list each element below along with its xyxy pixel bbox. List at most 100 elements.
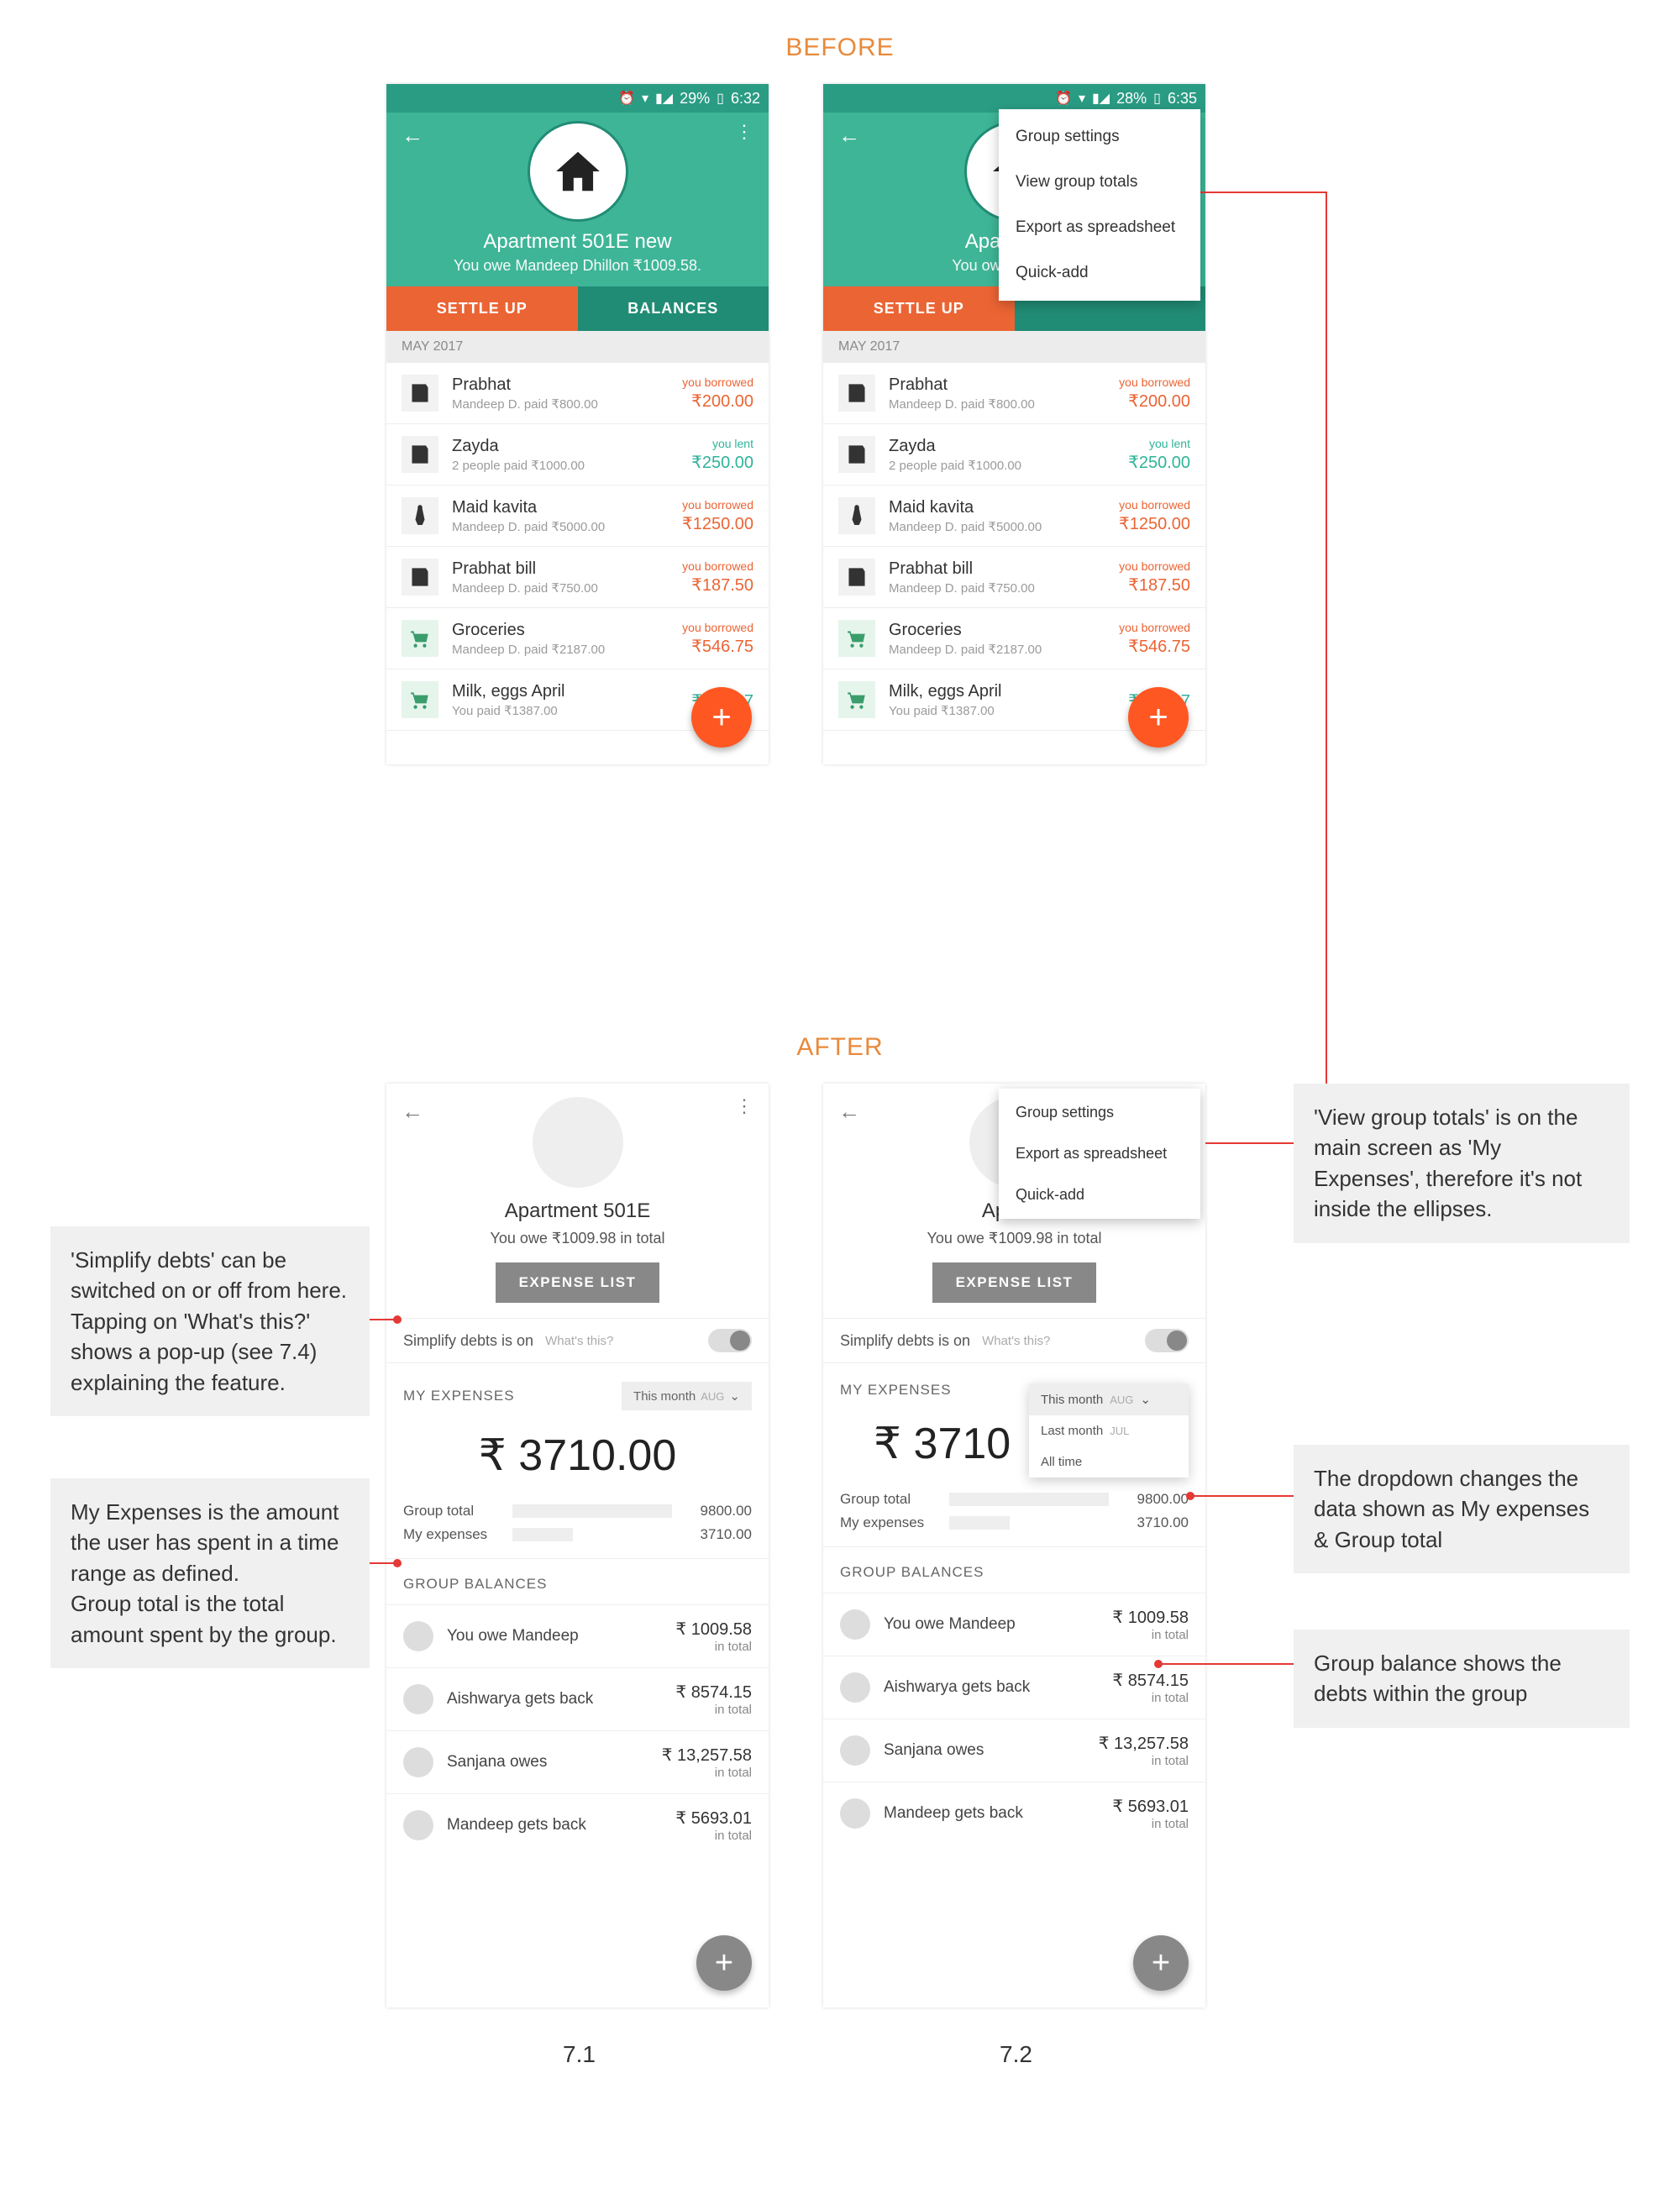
expense-icon xyxy=(838,375,875,412)
balance-sub: in total xyxy=(1112,1691,1189,1705)
phone-before-1: ⏰ ▾ ▮◢ 29% ▯ 6:32 ← ⋮ Apartment 501E new… xyxy=(386,84,769,764)
expense-title: Zayda xyxy=(889,437,1128,456)
simplify-toggle[interactable] xyxy=(708,1329,752,1352)
connector-line xyxy=(1184,192,1327,193)
balance-row[interactable]: Sanjana owes ₹ 13,257.58 in total xyxy=(386,1730,769,1793)
time-range-select[interactable]: This month AUG ⌄ xyxy=(622,1382,752,1410)
overflow-icon[interactable]: ⋮ xyxy=(735,121,753,143)
callout-dropdown: The dropdown changes the data shown as M… xyxy=(1294,1445,1630,1573)
add-fab[interactable]: + xyxy=(696,1935,752,1991)
expense-row[interactable]: Zayda 2 people paid ₹1000.00 you lent ₹2… xyxy=(823,424,1205,486)
connector-dot xyxy=(393,1315,402,1324)
expense-icon xyxy=(402,436,438,473)
overflow-icon[interactable]: ⋮ xyxy=(735,1095,753,1117)
expense-subtitle: Mandeep D. paid ₹2187.00 xyxy=(452,642,682,657)
balances-button[interactable]: BALANCES xyxy=(578,286,769,331)
connector-line xyxy=(370,1319,395,1320)
expense-subtitle: Mandeep D. paid ₹800.00 xyxy=(452,396,682,412)
expense-title: Prabhat xyxy=(889,375,1119,395)
simplify-toggle[interactable] xyxy=(1145,1329,1189,1352)
balance-amount: ₹ 1009.58 xyxy=(675,1619,752,1640)
back-icon[interactable]: ← xyxy=(402,123,423,149)
expense-title: Groceries xyxy=(452,621,682,640)
expense-tag: you borrowed xyxy=(682,375,753,389)
balance-sub: in total xyxy=(675,1703,752,1717)
simplify-label: Simplify debts is on xyxy=(403,1332,533,1350)
range-option[interactable]: Last monthJUL xyxy=(1029,1415,1189,1446)
menu-item[interactable]: Export as spreadsheet xyxy=(999,1133,1200,1174)
range-label: This month xyxy=(633,1389,696,1404)
signal-icon: ▮◢ xyxy=(1092,90,1110,107)
simplify-label: Simplify debts is on xyxy=(840,1332,970,1350)
back-icon[interactable]: ← xyxy=(838,123,860,149)
whats-this-link[interactable]: What's this? xyxy=(982,1334,1050,1348)
expense-row[interactable]: Maid kavita Mandeep D. paid ₹5000.00 you… xyxy=(386,486,769,547)
range-option[interactable]: This monthAUG ⌄ xyxy=(1029,1383,1189,1415)
group-total-bar xyxy=(949,1493,1109,1506)
balance-row[interactable]: You owe Mandeep ₹ 1009.58 in total xyxy=(823,1593,1205,1656)
expense-row[interactable]: Prabhat Mandeep D. paid ₹800.00 you borr… xyxy=(823,363,1205,424)
menu-item[interactable]: Quick-add xyxy=(999,1174,1200,1215)
menu-item[interactable]: Group settings xyxy=(999,114,1200,160)
add-fab[interactable]: + xyxy=(691,687,752,748)
expense-icon xyxy=(402,620,438,657)
expense-subtitle: You paid ₹1387.00 xyxy=(452,703,691,718)
avatar xyxy=(840,1735,870,1766)
avatar xyxy=(403,1810,433,1840)
connector-line xyxy=(1205,1142,1294,1144)
settle-up-button[interactable]: SETTLE UP xyxy=(823,286,1015,331)
menu-item[interactable]: Export as spreadsheet xyxy=(999,205,1200,250)
expense-title: Groceries xyxy=(889,621,1119,640)
time-range-dropdown: This monthAUG ⌄Last monthJULAll time xyxy=(1029,1383,1189,1478)
balance-amount: ₹ 5693.01 xyxy=(675,1808,752,1829)
callout-my-expenses: My Expenses is the amount the user has s… xyxy=(50,1478,370,1668)
battery-icon: ▯ xyxy=(1153,90,1161,107)
expense-row[interactable]: Prabhat Mandeep D. paid ₹800.00 you borr… xyxy=(386,363,769,424)
after-heading: AFTER xyxy=(0,1033,1680,1062)
expense-row[interactable]: Prabhat bill Mandeep D. paid ₹750.00 you… xyxy=(386,547,769,608)
balance-row[interactable]: Mandeep gets back ₹ 5693.01 in total xyxy=(386,1793,769,1856)
balance-amount: ₹ 5693.01 xyxy=(1112,1796,1189,1817)
expense-row[interactable]: Groceries Mandeep D. paid ₹2187.00 you b… xyxy=(823,608,1205,669)
expense-row[interactable]: Maid kavita Mandeep D. paid ₹5000.00 you… xyxy=(823,486,1205,547)
expense-subtitle: Mandeep D. paid ₹750.00 xyxy=(889,580,1119,596)
expense-subtitle: Mandeep D. paid ₹2187.00 xyxy=(889,642,1119,657)
add-fab[interactable]: + xyxy=(1128,687,1189,748)
balance-row[interactable]: You owe Mandeep ₹ 1009.58 in total xyxy=(386,1604,769,1667)
expense-list-button[interactable]: EXPENSE LIST xyxy=(932,1262,1097,1303)
back-icon[interactable]: ← xyxy=(402,1099,423,1125)
phone-after-1: ← ⋮ Apartment 501E You owe ₹1009.98 in t… xyxy=(386,1084,769,2008)
my-expense-amount: ₹ 3710.00 xyxy=(403,1430,752,1481)
balance-sub: in total xyxy=(1112,1817,1189,1831)
connector-dot xyxy=(1154,1660,1163,1668)
balance-sub: in total xyxy=(675,1640,752,1654)
expense-icon xyxy=(402,559,438,596)
balance-amount: ₹ 8574.15 xyxy=(675,1682,752,1703)
balance-row[interactable]: Aishwarya gets back ₹ 8574.15 in total xyxy=(823,1656,1205,1719)
balance-row[interactable]: Sanjana owes ₹ 13,257.58 in total xyxy=(823,1719,1205,1782)
chevron-down-icon: ⌄ xyxy=(1140,1392,1151,1407)
expense-row[interactable]: Groceries Mandeep D. paid ₹2187.00 you b… xyxy=(386,608,769,669)
expense-tag: you borrowed xyxy=(682,621,753,634)
range-option[interactable]: All time xyxy=(1029,1446,1189,1478)
balance-row[interactable]: Aishwarya gets back ₹ 8574.15 in total xyxy=(386,1667,769,1730)
menu-item[interactable]: View group totals xyxy=(999,160,1200,205)
back-icon[interactable]: ← xyxy=(838,1099,860,1125)
add-fab[interactable]: + xyxy=(1133,1935,1189,1991)
group-header: ← ⋮ Apartment 501E You owe ₹1009.98 in t… xyxy=(386,1084,769,1318)
menu-item[interactable]: Group settings xyxy=(999,1092,1200,1133)
avatar xyxy=(840,1672,870,1703)
time-range-select[interactable]: This monthAUG ⌄Last monthJULAll time xyxy=(1165,1383,1189,1397)
expense-amount: ₹546.75 xyxy=(682,636,753,657)
expense-row[interactable]: Zayda 2 people paid ₹1000.00 you lent ₹2… xyxy=(386,424,769,486)
settle-up-button[interactable]: SETTLE UP xyxy=(386,286,578,331)
menu-item[interactable]: Quick-add xyxy=(999,250,1200,296)
expense-tag: you borrowed xyxy=(1119,375,1190,389)
balance-row[interactable]: Mandeep gets back ₹ 5693.01 in total xyxy=(823,1782,1205,1845)
expense-list-button[interactable]: EXPENSE LIST xyxy=(496,1262,660,1303)
expense-icon xyxy=(402,681,438,718)
signal-icon: ▮◢ xyxy=(655,90,673,107)
whats-this-link[interactable]: What's this? xyxy=(545,1334,613,1348)
my-expenses-bar-label: My expenses xyxy=(403,1526,512,1543)
expense-row[interactable]: Prabhat bill Mandeep D. paid ₹750.00 you… xyxy=(823,547,1205,608)
